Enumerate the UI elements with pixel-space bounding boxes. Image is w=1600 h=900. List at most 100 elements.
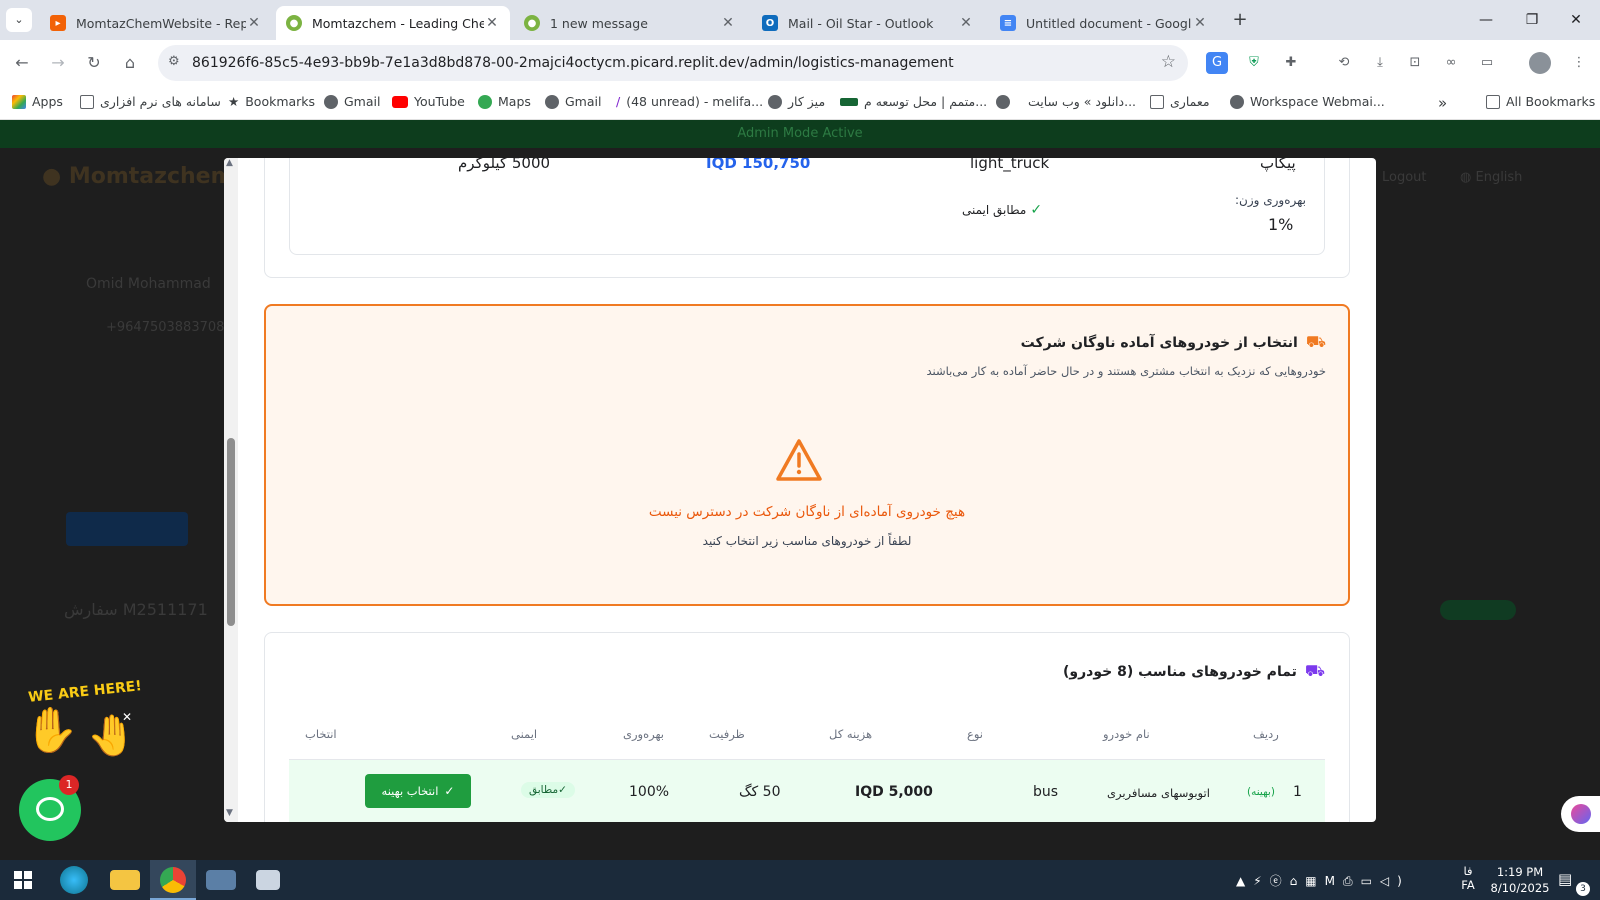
tray-icons[interactable]: ▲⚡ⓔ⌂▦M⎙▭◁)	[1236, 872, 1410, 889]
input-language[interactable]: فا FA	[1458, 864, 1478, 892]
windows-start-icon[interactable]	[14, 871, 32, 889]
clock[interactable]: 1:19 PM 8/10/2025	[1490, 864, 1550, 896]
fleet-selection-card: ⛟ انتخاب از خودروهای آماده ناوگان شرکت خ…	[264, 304, 1350, 606]
bookmark-youtube[interactable]: YouTube	[392, 94, 465, 109]
scroll-thumb[interactable]	[227, 438, 235, 626]
app-icon[interactable]	[206, 870, 236, 890]
new-tab-button[interactable]: +	[1228, 9, 1252, 31]
browser-tab-strip: ⌄ ▸ MomtazChemWebsite - Replit ✕ ● Momta…	[0, 0, 1600, 40]
bookmark-maps[interactable]: Maps	[478, 94, 531, 109]
bookmark-star-icon[interactable]: ☆	[1161, 52, 1176, 72]
page-backdrop: Admin Mode Active ● Momtazchem Logout ◍ …	[0, 120, 1600, 860]
edge-icon[interactable]	[60, 866, 88, 894]
tab-search-button[interactable]: ⌄	[6, 8, 32, 32]
minimize-button[interactable]: —	[1466, 8, 1506, 32]
chrome-taskbar-active[interactable]	[150, 860, 196, 900]
weight-efficiency-label: بهره‌وری وزن:	[1234, 193, 1306, 207]
extensions-icon[interactable]: ✚	[1280, 52, 1302, 74]
logout-link[interactable]: Logout	[1382, 170, 1427, 185]
header-total-cost: هزینه کل	[829, 727, 873, 741]
tab-outlook[interactable]: O Mail - Oil Star - Outlook ✕	[752, 6, 984, 40]
avatar[interactable]	[1529, 52, 1551, 74]
close-tab-icon[interactable]: ✕	[246, 15, 262, 31]
outlook-icon: O	[762, 15, 778, 31]
split-view-icon[interactable]: ▭	[1476, 52, 1498, 74]
bookmark-workspace[interactable]: Workspace Webmai...	[1230, 94, 1385, 109]
momtazchem-icon: ●	[524, 15, 540, 31]
tab-momtazchem[interactable]: ● Momtazchem - Leading Chemic ✕	[276, 6, 510, 40]
bookmark-apps[interactable]: Apps	[12, 94, 63, 109]
home-icon[interactable]: ⌂	[116, 49, 144, 77]
history-icon[interactable]: ⟲	[1333, 52, 1355, 74]
bookmark-unread[interactable]: / (48 unread) - melifa...	[616, 94, 763, 109]
table-row[interactable]: 1 (بهینه) اتوبوسهای مسافربری bus IQD 5,0…	[289, 759, 1325, 822]
check-circle-icon: ✓	[1030, 202, 1043, 218]
reload-icon[interactable]: ↻	[80, 49, 108, 77]
bookmark-desk[interactable]: میز کار	[768, 94, 825, 109]
notification-center-icon[interactable]: ▤	[1558, 870, 1572, 888]
feather-icon: /	[616, 94, 621, 109]
bookmark-architecture[interactable]: معماری	[1150, 94, 1210, 109]
url-text[interactable]: 861926f6-85c5-4e93-bb9b-7e1a3d8bd878-00-…	[192, 55, 954, 71]
row-index: 1	[1293, 784, 1302, 800]
scroll-up-arrow[interactable]: ▲	[226, 158, 233, 168]
fleet-card-subtitle: خودروهایی که نزدیک به انتخاب مشتری هستند…	[926, 364, 1326, 378]
header-select: انتخاب	[305, 727, 337, 741]
close-window-button[interactable]: ✕	[1556, 8, 1596, 32]
all-bookmarks[interactable]: All Bookmarks	[1486, 94, 1595, 109]
folder-icon	[1150, 94, 1164, 109]
browser-toolbar: ← → ↻ ⌂ ⚙ 861926f6-85c5-4e93-bb9b-7e1a3d…	[0, 40, 1600, 86]
windows-taskbar: ▲⚡ⓔ⌂▦M⎙▭◁) فا FA 1:19 PM 8/10/2025 ▤ 3	[0, 860, 1600, 900]
bookmark-motamem[interactable]: متمم | محل توسعه م...	[840, 94, 987, 109]
translate-icon[interactable]: G	[1206, 52, 1228, 74]
best-tag: (بهینه)	[1247, 786, 1275, 798]
shield-extension-icon[interactable]: ⛨	[1243, 52, 1265, 74]
momtazchem-icon: ●	[286, 15, 302, 31]
link-icon[interactable]: ∞	[1440, 52, 1462, 74]
replit-icon: ▸	[50, 15, 66, 31]
file-explorer-icon[interactable]	[110, 870, 140, 890]
modal-scrollbar[interactable]: ▲ ▼	[224, 158, 238, 822]
check-icon: ✓	[558, 784, 567, 796]
bookmark-gmail-2[interactable]: Gmail	[545, 94, 601, 109]
chat-badge: 1	[59, 775, 79, 795]
header-vehicle-name: نام خودرو	[1103, 727, 1150, 741]
chrome-icon	[160, 867, 186, 893]
close-tab-icon[interactable]: ✕	[1192, 15, 1208, 31]
app-window-icon[interactable]	[256, 870, 280, 890]
tab-replit[interactable]: ▸ MomtazChemWebsite - Replit ✕	[40, 6, 272, 40]
bookmark-bookmarks[interactable]: ★ Bookmarks	[228, 94, 315, 109]
site-info-icon[interactable]: ⚙	[168, 54, 180, 69]
forward-icon[interactable]: →	[44, 49, 72, 77]
close-tab-icon[interactable]: ✕	[484, 15, 500, 31]
tab-google-doc[interactable]: ≡ Untitled document - Google Do ✕	[990, 6, 1218, 40]
chat-button[interactable]: 1	[19, 775, 81, 841]
row-type: bus	[1033, 784, 1059, 800]
truck-icon: ⛟	[1304, 661, 1325, 680]
recommended-vehicle-card: 5000 کیلوگرم IQD 150,750 light_truck پیک…	[264, 158, 1350, 278]
header-safety: ایمنی	[511, 727, 538, 741]
download-icon[interactable]: ⤓	[1369, 52, 1391, 74]
close-tab-icon[interactable]: ✕	[958, 15, 974, 31]
globe-icon	[545, 94, 559, 109]
language-switch[interactable]: ◍ English	[1460, 170, 1522, 185]
restore-button[interactable]: ❐	[1512, 8, 1552, 32]
bookmark-download[interactable]: دانلود » وب سایت...	[996, 94, 1136, 109]
screenshot-icon[interactable]: ⊡	[1404, 52, 1426, 74]
address-bar[interactable]: ⚙ 861926f6-85c5-4e93-bb9b-7e1a3d8bd878-0…	[158, 45, 1188, 81]
select-best-button[interactable]: ✓ انتخاب بهینه	[365, 774, 471, 808]
close-tab-icon[interactable]: ✕	[720, 15, 736, 31]
safety-compliant: ✓ مطابق ایمنی	[962, 202, 1043, 218]
we-are-here-widget[interactable]: WE ARE HERE! ✕ ✋ ✋	[18, 678, 148, 772]
fleet-card-header: ⛟ انتخاب از خودروهای آماده ناوگان شرکت	[1020, 332, 1326, 351]
waving-hand-icon: ✋	[86, 713, 136, 759]
floating-ai-button[interactable]	[1561, 796, 1600, 832]
bookmark-software-systems[interactable]: سامانه های نرم افزاری	[80, 94, 221, 109]
bookmarks-overflow-icon[interactable]: »	[1438, 94, 1447, 112]
bookmark-gmail-1[interactable]: Gmail	[324, 94, 380, 109]
header-capacity: ظرفیت	[709, 727, 745, 741]
menu-icon[interactable]: ⋮	[1568, 52, 1590, 74]
tab-new-message[interactable]: ● 1 new message ✕	[514, 6, 746, 40]
back-icon[interactable]: ←	[8, 49, 36, 77]
scroll-down-arrow[interactable]: ▼	[226, 808, 233, 818]
